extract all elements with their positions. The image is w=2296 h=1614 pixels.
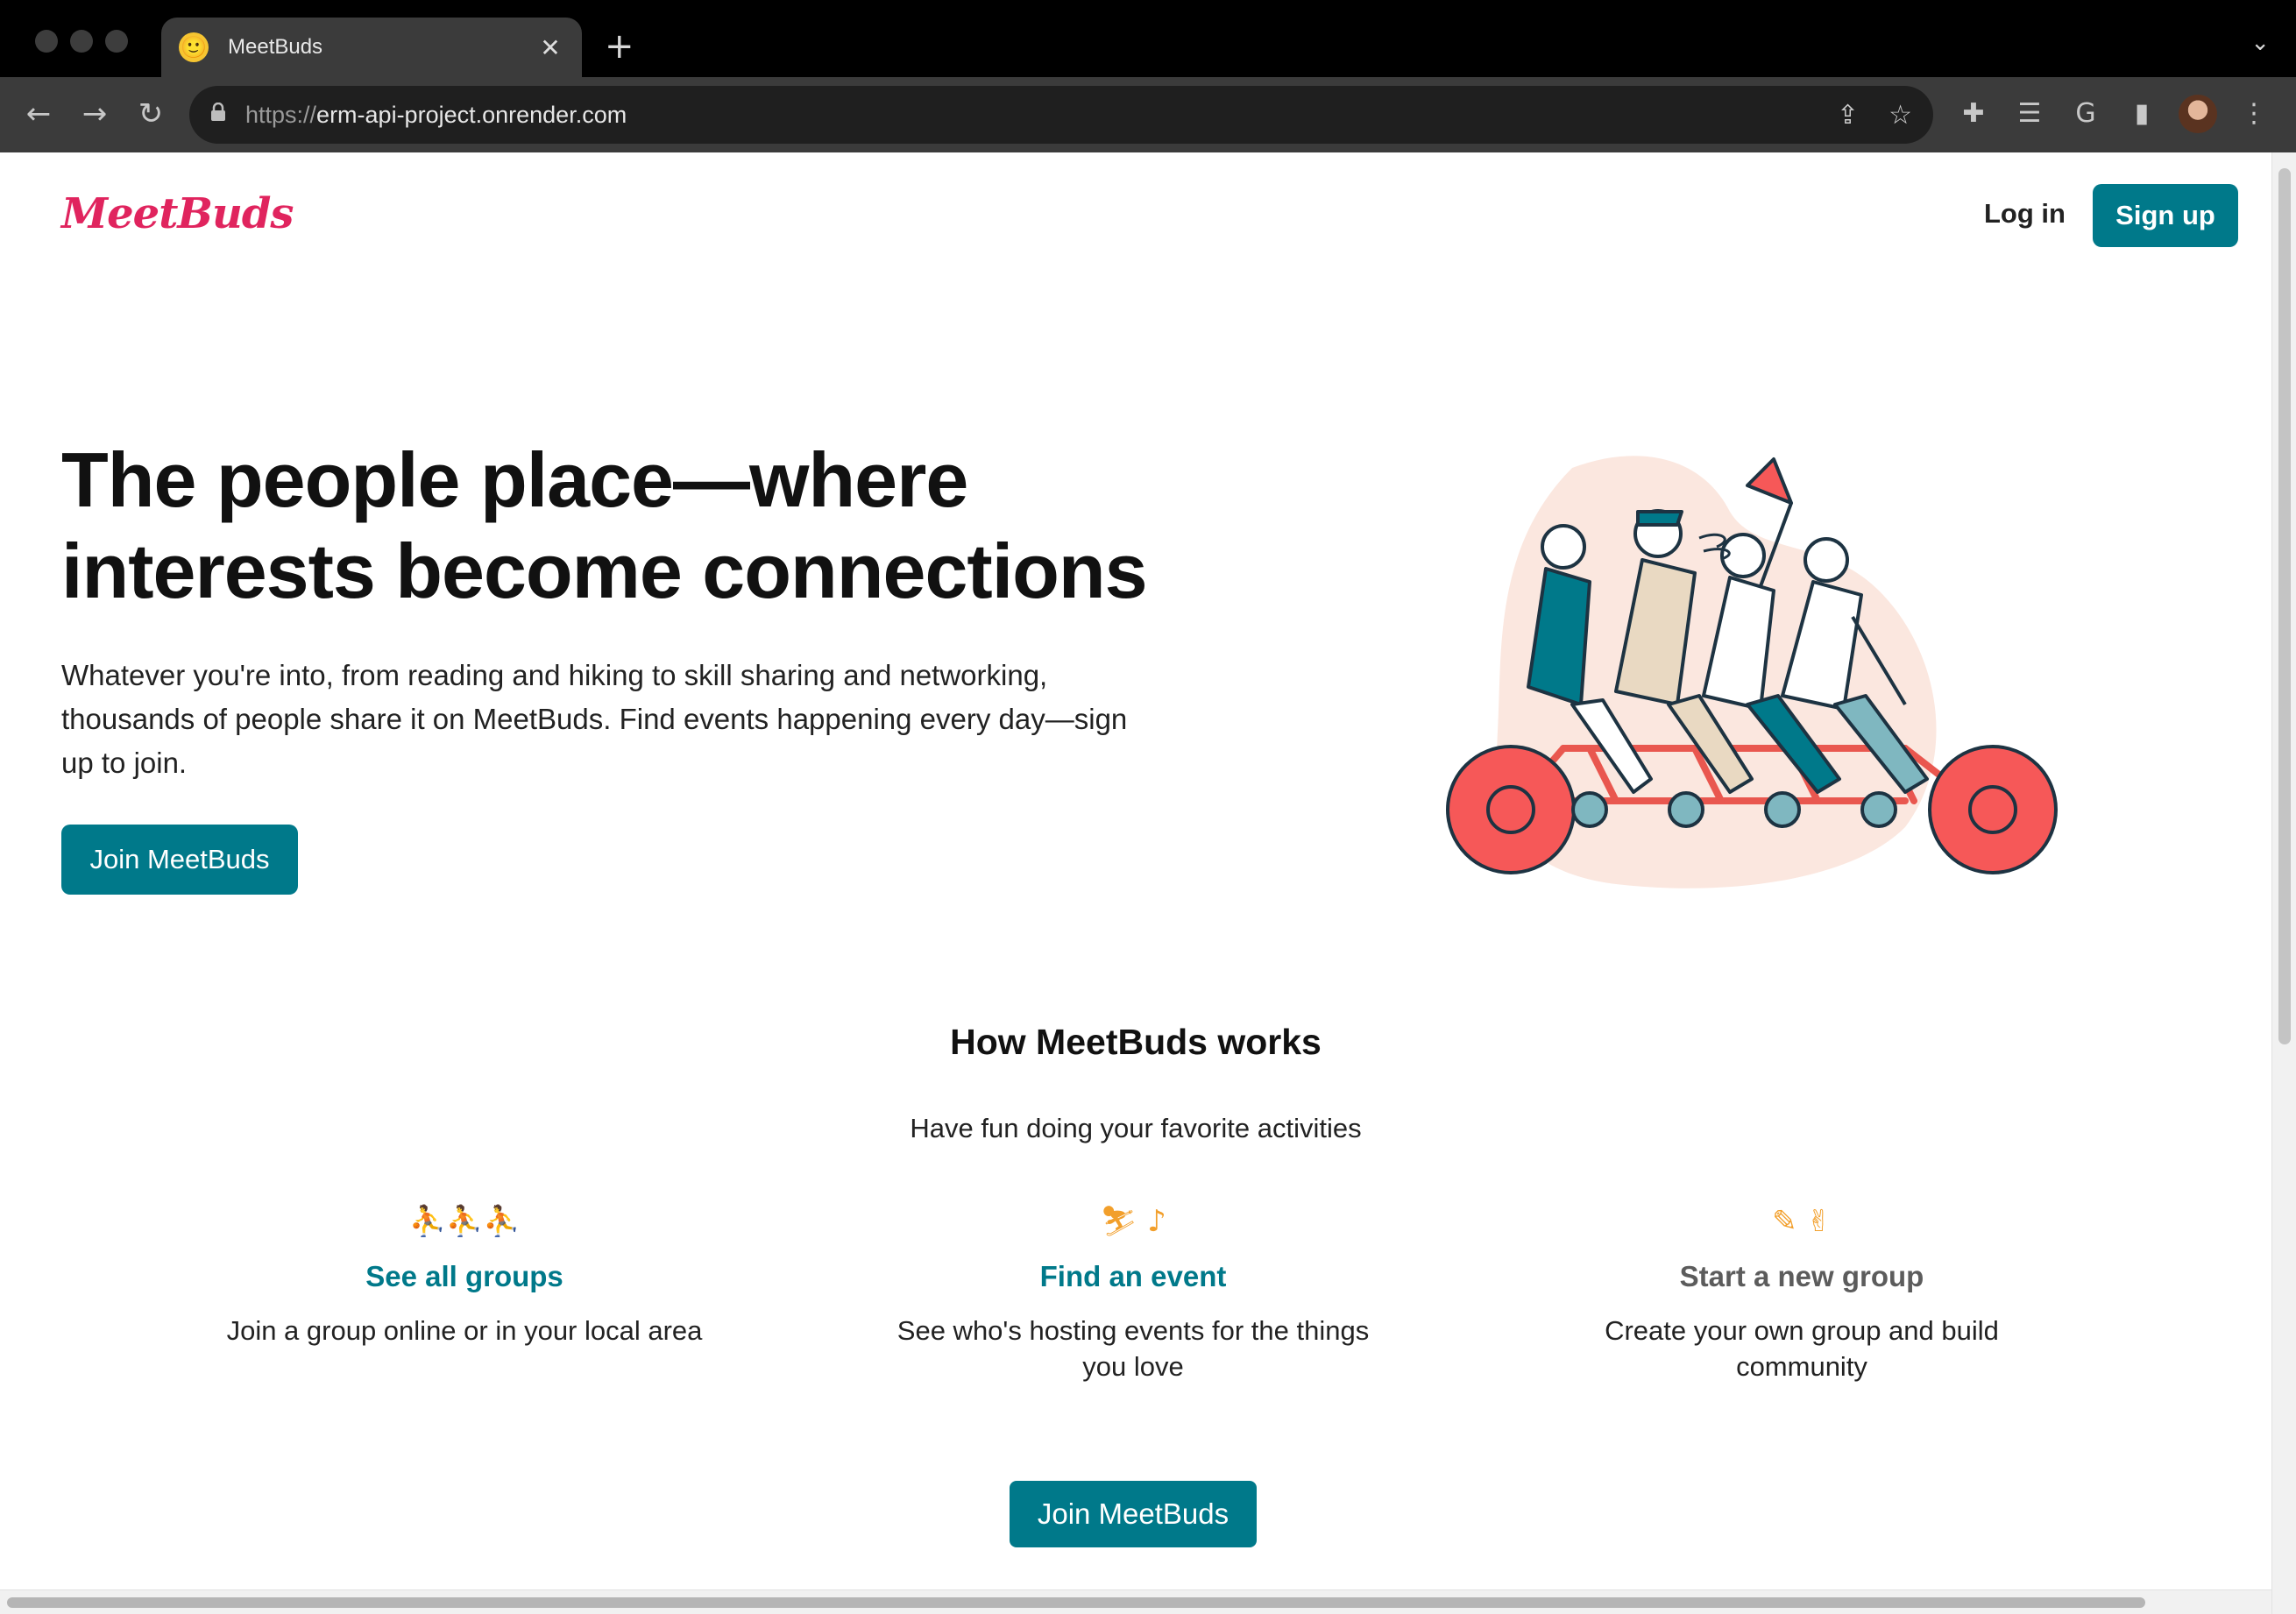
profile-avatar[interactable] [2179,95,2217,133]
extensions-puzzle-icon[interactable]: ✚ [1954,95,1993,133]
horizontal-scrollbar[interactable] [0,1589,2271,1614]
feature-description: Join a group online or in your local are… [226,1315,703,1346]
how-it-works-subtitle: Have fun doing your favorite activities [910,1113,1362,1143]
hero-subtitle: Whatever you're into, from reading and h… [61,659,1128,779]
how-it-works-title: How MeetBuds works [950,1022,1322,1062]
horizontal-scroll-thumb[interactable] [7,1597,2145,1608]
tandem-bike-illustration [1446,456,2058,888]
feature-find-event: ⛷ ♪ Find an event See who's hosting even… [888,1195,1378,1384]
window-close-dot[interactable] [35,30,58,53]
feature-start-group: ✎ ✌ Start a new group Create your own gr… [1556,1195,2047,1384]
window-zoom-dot[interactable] [105,30,128,53]
bookmark-star-icon[interactable]: ☆ [1889,100,1912,131]
feature-see-groups: ⛹⛹⛹ See all groups Join a group online o… [219,1195,710,1349]
login-link[interactable]: Log in [1984,198,2066,230]
people-icon: ⛹⛹⛹ [408,1204,521,1239]
window-minimize-dot[interactable] [70,30,93,53]
vertical-scrollbar[interactable] [2271,152,2296,1614]
close-icon[interactable]: ✕ [536,33,564,62]
browser-chrome: 🙂 MeetBuds ✕ + ⌄ ← → ↻ https://erm-api-p… [0,0,2296,152]
new-tab-icon[interactable]: + [605,26,634,67]
activity-icon: ⛷ ♪ [1100,1204,1166,1239]
browser-tab[interactable]: 🙂 MeetBuds ✕ [161,18,582,77]
kebab-menu-icon[interactable]: ⋮ [2235,95,2273,133]
feature-description: Create your own group and build communit… [1605,1315,1999,1382]
see-all-groups-link[interactable]: See all groups [219,1260,710,1293]
browser-toolbar: ← → ↻ https://erm-api-project.onrender.c… [0,77,2296,152]
page-viewport: MeetBuds Log in Sign up The people place… [0,152,2271,1589]
google-icon[interactable]: G [2066,95,2105,133]
tab-strip: 🙂 MeetBuds ✕ + ⌄ [0,0,2296,77]
hero-title: The people place—where interests become … [61,436,1148,614]
feature-description: See who's hosting events for the things … [896,1315,1370,1382]
forward-arrow-icon[interactable]: → [75,95,114,133]
tab-title: MeetBuds [228,35,323,59]
side-panel-icon[interactable]: ▮ [2122,95,2161,133]
find-an-event-link[interactable]: Find an event [888,1260,1378,1293]
address-bar[interactable]: https://erm-api-project.onrender.com ⇪ ☆ [189,86,1933,144]
vertical-scroll-thumb[interactable] [2278,168,2291,1044]
url-text[interactable]: https://erm-api-project.onrender.com [245,102,1807,129]
create-icon: ✎ ✌ [1772,1204,1832,1239]
back-arrow-icon[interactable]: ← [19,95,58,133]
meetbuds-logo[interactable]: MeetBuds [61,189,294,238]
smiley-favicon-icon: 🙂 [179,32,209,62]
share-icon[interactable]: ⇪ [1837,100,1859,131]
chevron-down-icon[interactable]: ⌄ [2250,30,2270,56]
reading-list-icon[interactable]: ☰ [2010,95,2049,133]
join-meetbuds-button[interactable]: Join MeetBuds [61,825,298,895]
signup-button[interactable]: Sign up [2093,184,2238,247]
start-new-group-link[interactable]: Start a new group [1556,1260,2047,1293]
lock-icon[interactable] [210,102,237,127]
reload-icon[interactable]: ↻ [131,95,170,133]
join-meetbuds-bottom-button[interactable]: Join MeetBuds [1010,1481,1257,1547]
